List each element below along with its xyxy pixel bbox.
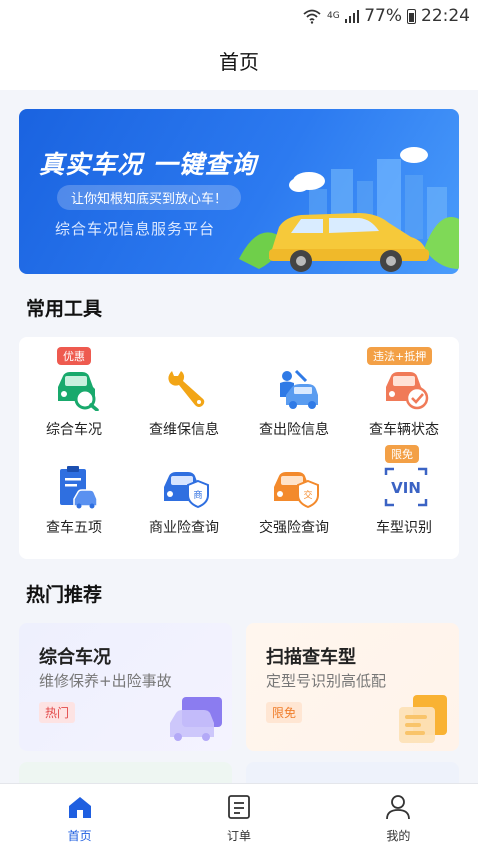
tool-badge: 限免: [385, 445, 419, 463]
scan-document-icon: [399, 695, 447, 743]
recommend-card-subtitle: 维修保养+出险事故: [39, 672, 172, 690]
recommend-section-title: 热门推荐: [26, 584, 103, 606]
tool-maintenance-info[interactable]: 查维保信息: [129, 343, 239, 443]
car-check-icon: [386, 372, 429, 410]
car-shield-compulsory-icon: 交: [274, 472, 319, 509]
tools-section-title: 常用工具: [26, 298, 103, 320]
car-shield-commercial-icon: 商: [164, 472, 209, 509]
tool-insurance-claims[interactable]: 查出险信息: [239, 343, 349, 443]
tool-compulsory-insurance[interactable]: 交 交强险查询: [239, 441, 349, 541]
tools-grid: 优惠 综合车况 查维保信息 查出险信息 违法+抵押 查车辆状态 查车五项 商 商…: [19, 337, 459, 559]
tool-label: 商业险查询: [149, 520, 219, 536]
recommend-card-title: 综合车况: [39, 647, 111, 668]
nav-label: 我的: [386, 829, 411, 843]
home-icon: [68, 797, 91, 818]
tool-label: 交强险查询: [259, 520, 329, 536]
bottom-nav: 首页 订单 我的: [0, 783, 478, 850]
recommend-card-tag: 热门: [39, 702, 76, 723]
car-accident-icon: [280, 369, 318, 409]
signal-icon: [344, 9, 360, 23]
battery-icon: [407, 8, 416, 24]
tool-model-recognition[interactable]: 限免 VIN 车型识别: [349, 441, 459, 541]
nav-item-home[interactable]: 首页: [0, 784, 159, 850]
svg-text:商: 商: [193, 489, 202, 501]
app-header: 首页: [0, 34, 478, 90]
user-icon: [386, 795, 411, 820]
tool-comprehensive-condition[interactable]: 优惠 综合车况: [19, 343, 129, 443]
tool-five-items[interactable]: 查车五项: [19, 441, 129, 541]
vin-scan-icon: VIN: [384, 467, 428, 507]
clipboard-car-icon: [60, 466, 98, 509]
nav-item-orders[interactable]: 订单: [159, 784, 318, 850]
car-city-illustration-icon: [239, 147, 459, 272]
recommend-card-comprehensive[interactable]: 综合车况 维修保养+出险事故 热门: [19, 623, 232, 751]
car-illustration-icon: [170, 697, 222, 741]
tool-vehicle-status[interactable]: 违法+抵押 查车辆状态: [349, 343, 459, 443]
tool-label: 综合车况: [46, 422, 102, 438]
order-icon: [228, 795, 250, 819]
recommend-card-partial[interactable]: [19, 762, 232, 783]
nav-label: 订单: [226, 829, 251, 843]
status-bar-right: 4G 77% 22:24: [302, 6, 470, 26]
banner-subtitle: 综合车况信息服务平台: [55, 220, 216, 238]
battery-percent: 77%: [364, 6, 402, 26]
nav-label: 首页: [67, 829, 92, 843]
svg-text:交: 交: [303, 489, 312, 501]
banner-slogan: 让你知根知底买到放心车！: [57, 185, 242, 210]
recommend-card-title: 扫描查车型: [266, 647, 356, 668]
nav-item-profile[interactable]: 我的: [319, 784, 478, 850]
network-type-label: 4G: [327, 10, 340, 21]
recommend-card-tag: 限免: [266, 702, 303, 723]
tool-label: 查维保信息: [149, 422, 219, 438]
wifi-icon: [303, 9, 321, 24]
tool-label: 查车辆状态: [369, 422, 439, 438]
car-search-icon: [58, 372, 99, 411]
page-title: 首页: [219, 50, 259, 74]
tool-label: 车型识别: [376, 520, 432, 536]
svg-text:VIN: VIN: [391, 479, 421, 497]
clock: 22:24: [421, 6, 470, 26]
recommend-card-partial[interactable]: [246, 762, 459, 783]
tool-badge: 违法+抵押: [367, 347, 433, 365]
wrench-icon: [168, 371, 205, 407]
status-bar: 4G 77% 22:24: [0, 0, 478, 34]
tool-badge: 优惠: [57, 347, 91, 365]
tool-label: 查车五项: [46, 520, 102, 536]
promo-banner[interactable]: 真实车况 一键查询 让你知根知底买到放心车！ 综合车况信息服务平台: [19, 109, 459, 274]
tool-commercial-insurance[interactable]: 商 商业险查询: [129, 441, 239, 541]
recommend-card-subtitle: 定型号识别高低配: [266, 672, 387, 690]
banner-title: 真实车况 一键查询: [39, 150, 257, 179]
tool-label: 查出险信息: [259, 422, 329, 438]
recommend-card-scan-model[interactable]: 扫描查车型 定型号识别高低配 限免: [246, 623, 459, 751]
